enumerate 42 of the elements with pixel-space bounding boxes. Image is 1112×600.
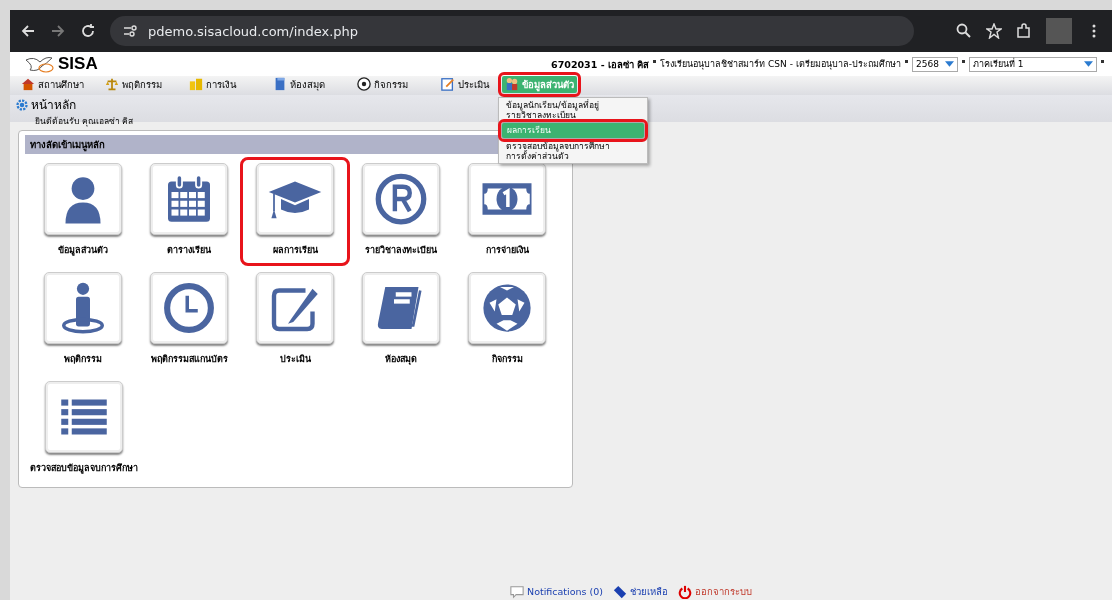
- nav-menu-item[interactable]: การเงิน: [186, 75, 239, 93]
- welcome-text: ยินดีต้อนรับ คุณเอลซ่า คิส: [35, 115, 134, 128]
- tag-icon: [612, 584, 627, 599]
- school-name: โรงเรียนอนุบาลชิช่าสมาร์ท CSN - เตรียมอนุบาล-ประถมศึกษา: [660, 58, 901, 71]
- dropdown-caret-icon: [1084, 61, 1093, 67]
- profile-button[interactable]: [1046, 18, 1072, 44]
- site-settings-icon: [122, 23, 138, 39]
- nav-menu-item[interactable]: สถานศึกษา: [18, 75, 87, 93]
- nav-menu-item[interactable]: กิจกรรม: [354, 75, 411, 93]
- year-select[interactable]: 2568: [912, 56, 958, 72]
- logo-text: SISA: [58, 54, 98, 74]
- reload-icon: [80, 23, 96, 39]
- page-title: หน้าหลัก: [31, 97, 76, 114]
- scale-icon: [105, 77, 119, 91]
- notepad-icon: [441, 77, 455, 91]
- dropdown-item[interactable]: ข้อมูลนักเรียน/ข้อมูลที่อยู่: [503, 99, 643, 110]
- footer-link[interactable]: ช่วยเหลือ: [612, 584, 668, 599]
- house-icon: [21, 77, 35, 91]
- url-text: pdemo.sisacloud.com/index.php: [148, 23, 359, 39]
- dropdown-caret-icon: [945, 61, 954, 67]
- coins-icon: [189, 77, 203, 91]
- back-arrow-icon: [20, 23, 36, 39]
- shortcut-tile[interactable]: ตรวจสอบข้อมูลจบการศึกษา: [15, 378, 153, 481]
- clock-icon: [161, 280, 217, 336]
- address-bar[interactable]: pdemo.sisacloud.com/index.php: [110, 16, 914, 46]
- nav-menu-item[interactable]: ห้องสมุด: [270, 75, 328, 93]
- term-select[interactable]: ภาคเรียนที่ 1: [969, 56, 1097, 72]
- gear-icon: [16, 98, 28, 111]
- footer-link[interactable]: ออกจากระบบ: [677, 584, 752, 599]
- nav-menu-item[interactable]: ประเมิน: [438, 75, 492, 93]
- people-icon: [505, 77, 519, 91]
- nav-menu-item[interactable]: พฤติกรรม: [102, 75, 165, 93]
- star-icon: [986, 23, 1002, 39]
- book-icon: [273, 77, 287, 91]
- user-info: 6702031 - เอลซ่า คิส: [551, 57, 650, 72]
- registered-mark-icon: [373, 171, 429, 227]
- zoom-icon: [956, 23, 972, 39]
- puzzle-icon: [1016, 23, 1032, 39]
- power-icon: [677, 584, 692, 599]
- speech-bubble-icon: [510, 584, 525, 599]
- forward-arrow-icon: [50, 23, 66, 39]
- footer-link[interactable]: Notifications (0): [510, 584, 603, 599]
